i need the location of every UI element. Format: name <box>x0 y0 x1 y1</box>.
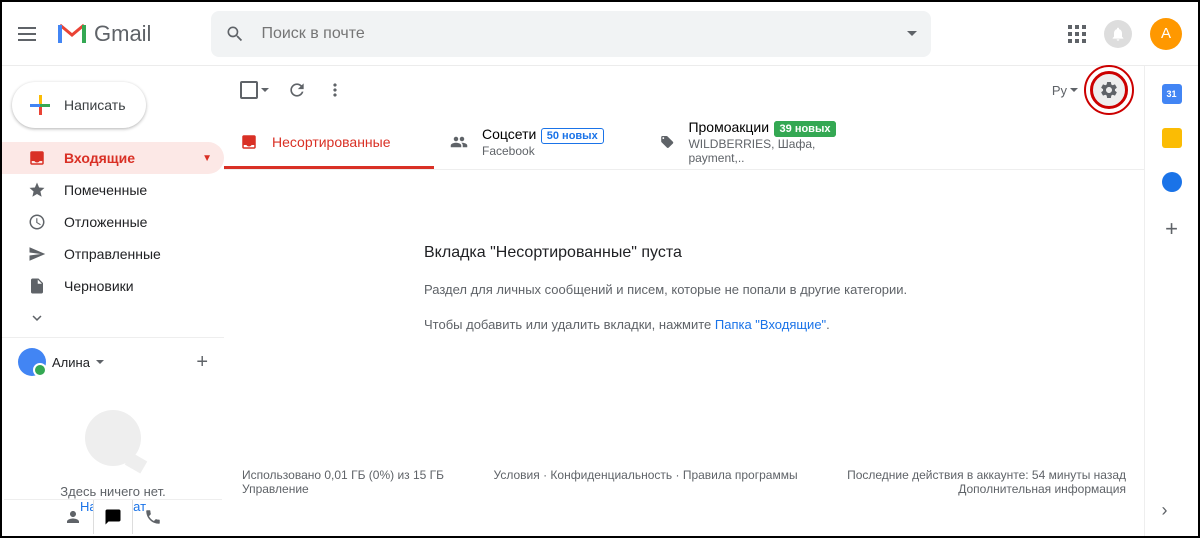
account-avatar[interactable]: А <box>1150 18 1182 50</box>
sidebar-item-snoozed[interactable]: Отложенные <box>2 206 224 238</box>
hangouts-phone-icon[interactable] <box>133 500 173 534</box>
search-options-dropdown-icon[interactable] <box>907 31 917 36</box>
menu-icon[interactable] <box>18 22 42 46</box>
gmail-logo[interactable]: Gmail <box>58 21 151 47</box>
hangouts-tabs <box>4 499 222 534</box>
policies-link[interactable]: Правила программы <box>683 468 798 482</box>
sidebar-item-starred[interactable]: Помеченные <box>2 174 224 206</box>
empty-state: Вкладка "Несортированные" пуста Раздел д… <box>224 170 1144 372</box>
terms-link[interactable]: Условия <box>494 468 540 482</box>
calendar-icon[interactable]: 31 <box>1162 84 1182 104</box>
category-tabs: Несортированные Соцсети 50 новых Faceboo… <box>224 114 1144 170</box>
brand-text: Gmail <box>94 21 151 47</box>
toolbar: Ру <box>224 66 1144 114</box>
compose-button[interactable]: Написать <box>12 82 146 128</box>
chevron-down-icon <box>1070 88 1078 92</box>
storage-text: Использовано 0,01 ГБ (0%) из 15 ГБ <box>242 468 444 482</box>
hangouts-contacts-icon[interactable] <box>53 500 93 534</box>
select-all[interactable] <box>240 81 269 99</box>
draft-icon <box>28 277 46 295</box>
side-panel: 31 + › <box>1144 66 1198 536</box>
gmail-m-icon <box>58 23 86 45</box>
collapse-panel-icon[interactable]: › <box>1162 500 1182 520</box>
inbox-settings-link[interactable]: Папка "Входящие" <box>715 317 826 332</box>
sidebar-item-more[interactable] <box>2 302 224 334</box>
empty-title: Вкладка "Несортированные" пуста <box>424 244 1104 262</box>
hangouts-user[interactable]: Алина + <box>10 344 216 380</box>
refresh-icon[interactable] <box>287 80 307 100</box>
sidebar: Написать Входящие ▼ Помеченные Отложенны… <box>2 66 224 536</box>
tab-primary[interactable]: Несортированные <box>224 114 434 169</box>
send-icon <box>28 245 46 263</box>
header: Gmail А <box>2 2 1198 66</box>
more-icon[interactable] <box>325 80 345 100</box>
input-language-button[interactable]: Ру <box>1052 83 1078 98</box>
empty-desc: Раздел для личных сообщений и писем, кот… <box>424 282 1104 297</box>
keep-icon[interactable] <box>1162 128 1182 148</box>
star-icon <box>28 181 46 199</box>
main-area: Ру Несортированные Соцсети 50 новых Face… <box>224 66 1144 536</box>
search-box[interactable] <box>211 11 931 57</box>
hangouts-avatar <box>18 348 46 376</box>
badge: 50 новых <box>541 128 604 144</box>
notifications-icon[interactable] <box>1104 20 1132 48</box>
tag-icon <box>660 133 674 151</box>
clock-icon <box>28 213 46 231</box>
people-icon <box>450 133 468 151</box>
google-apps-icon[interactable] <box>1068 25 1086 43</box>
badge: 39 новых <box>774 121 837 137</box>
chevron-down-icon <box>261 88 269 92</box>
privacy-link[interactable]: Конфиденциальность <box>550 468 672 482</box>
tab-promotions[interactable]: Промоакции 39 новых WILDBERRIES, Шафа, p… <box>644 114 854 169</box>
sidebar-item-sent[interactable]: Отправленные <box>2 238 224 270</box>
search-input[interactable] <box>261 25 907 43</box>
tab-social[interactable]: Соцсети 50 новых Facebook <box>434 114 644 169</box>
tasks-icon[interactable] <box>1162 172 1182 192</box>
compose-label: Написать <box>64 97 125 113</box>
expand-icon[interactable]: ▼ <box>202 153 212 164</box>
add-addon-icon[interactable]: + <box>1165 216 1178 242</box>
activity-details-link[interactable]: Дополнительная информация <box>958 482 1126 496</box>
search-icon <box>225 24 245 44</box>
empty-hint: Чтобы добавить или удалить вкладки, нажм… <box>424 317 1104 332</box>
new-chat-icon[interactable]: + <box>196 351 208 374</box>
settings-button[interactable] <box>1090 71 1128 109</box>
storage-manage-link[interactable]: Управление <box>242 482 309 496</box>
chevron-down-icon <box>96 360 104 364</box>
hangouts-chat-icon[interactable] <box>93 500 133 534</box>
chevron-down-icon <box>28 309 46 327</box>
inbox-icon <box>28 149 46 167</box>
plus-icon <box>30 95 50 115</box>
checkbox-icon <box>240 81 258 99</box>
sidebar-item-drafts[interactable]: Черновики <box>2 270 224 302</box>
footer: Использовано 0,01 ГБ (0%) из 15 ГБ Управ… <box>224 452 1144 536</box>
activity-text: Последние действия в аккаунте: 54 минуты… <box>847 468 1126 482</box>
chat-bubble-icon <box>85 410 141 466</box>
sidebar-item-inbox[interactable]: Входящие ▼ <box>2 142 224 174</box>
gear-icon <box>1099 80 1119 100</box>
inbox-icon <box>240 133 258 151</box>
